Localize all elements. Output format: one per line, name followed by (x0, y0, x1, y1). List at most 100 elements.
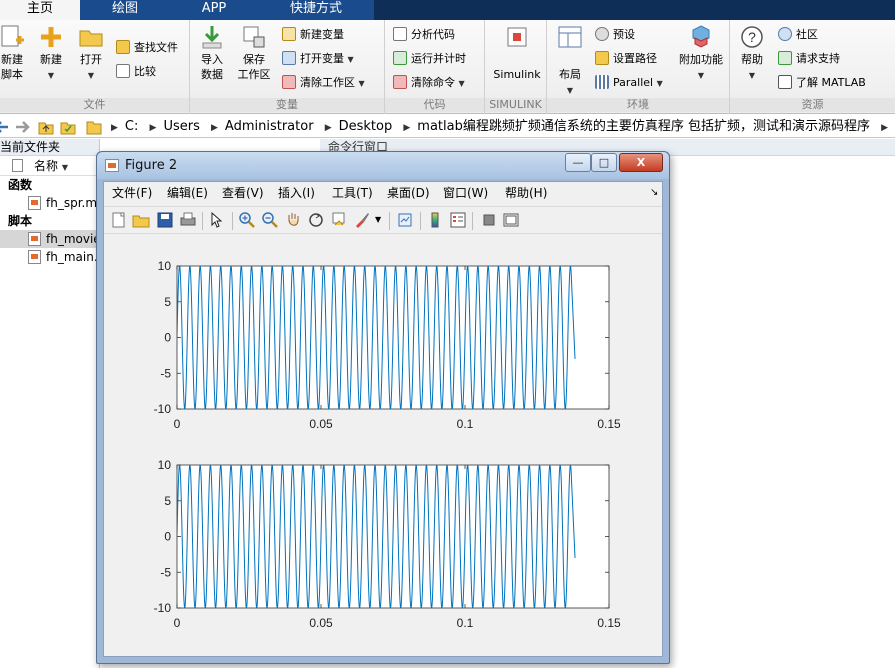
tab-plots[interactable]: 绘图 (80, 0, 170, 20)
new-variable-button[interactable]: 新建变量 (282, 25, 344, 45)
y-tick-label: -10 (154, 601, 172, 615)
browse-folder-icon[interactable] (60, 119, 76, 135)
help-button[interactable]: ? 帮助 ▼ (736, 24, 768, 83)
clear-commands-button[interactable]: 清除命令 ▼ (393, 73, 465, 93)
new-button[interactable]: 新建 ▼ (36, 24, 66, 83)
parallel-icon (595, 75, 609, 89)
close-button[interactable]: X (619, 153, 663, 172)
zoom-in-icon[interactable] (238, 211, 256, 229)
save-icon[interactable] (156, 211, 174, 229)
parallel-button[interactable]: Parallel ▼ (595, 73, 663, 93)
forward-arrow-icon[interactable] (14, 119, 30, 135)
environment-group-label: 环境 (547, 98, 729, 112)
learn-matlab-button[interactable]: 了解 MATLAB (778, 73, 866, 93)
new-script-button[interactable]: 新建 脚本 (0, 24, 30, 82)
minimize-button[interactable]: — (565, 153, 591, 172)
list-item[interactable]: fh_movie (0, 230, 101, 248)
menu-tools[interactable]: 工具(T) (332, 182, 373, 204)
y-tick-label: 5 (164, 494, 171, 508)
run-time-icon (393, 51, 407, 65)
section-scripts[interactable]: 脚本 (0, 212, 99, 230)
find-folder-icon (116, 40, 130, 54)
compare-button[interactable]: 比较 (116, 62, 156, 82)
breadcrumb-item[interactable]: matlab编程跳频扩频通信系统的主要仿真程序 包括扩频，测试和演示源码程序 (417, 119, 870, 134)
simulink-button[interactable]: Simulink (489, 24, 545, 82)
save-workspace-button[interactable]: 保存 工作区 (234, 24, 274, 82)
open-button[interactable]: 打开 ▼ (76, 24, 106, 83)
find-files-button[interactable]: 查找文件 (116, 38, 178, 58)
rotate-3d-icon[interactable] (307, 211, 325, 229)
colorbar-icon[interactable] (426, 211, 444, 229)
current-folder-panel: 当前文件夹 名称 ▼ 函数 fh_spr.m 脚本 fh_movie fh_ma… (0, 139, 109, 668)
list-item[interactable]: fh_spr.m (0, 194, 99, 212)
menubar-expand-icon[interactable]: ↘ (650, 182, 658, 204)
back-arrow-icon[interactable] (0, 119, 10, 135)
run-and-time-button[interactable]: 运行并计时 (393, 49, 466, 69)
legend-icon[interactable] (449, 211, 467, 229)
new-variable-icon (282, 27, 296, 41)
request-support-button[interactable]: 请求支持 (778, 49, 840, 69)
menu-file[interactable]: 文件(F) (112, 182, 152, 204)
breadcrumb-item[interactable]: C: (125, 119, 138, 134)
chevron-down-icon: ▼ (358, 79, 365, 88)
show-plot-tools-icon[interactable] (502, 211, 520, 229)
layout-button[interactable]: 布局 ▼ (553, 24, 587, 98)
support-icon (778, 51, 792, 65)
restore-button[interactable]: □ (591, 153, 617, 172)
analyze-code-button[interactable]: 分析代码 (393, 25, 455, 45)
figure-title: Figure 2 (125, 158, 178, 173)
pointer-icon[interactable] (208, 211, 226, 229)
up-folder-icon[interactable] (38, 119, 54, 135)
tab-shortcuts[interactable]: 快捷方式 (258, 0, 374, 20)
figure-window: Figure 2 — □ X 文件(F) 编辑(E) 查看(V) 插入(I) 工… (96, 151, 670, 664)
tab-apps[interactable]: APP (170, 0, 258, 20)
hide-plot-tools-icon[interactable] (480, 211, 498, 229)
add-ons-button[interactable]: 附加功能 ▼ (675, 24, 727, 83)
column-header-name[interactable]: 名称 ▼ (0, 156, 99, 176)
chevron-down-icon: ▼ (87, 71, 95, 80)
pan-hand-icon[interactable] (284, 211, 302, 229)
set-path-button[interactable]: 设置路径 (595, 49, 657, 69)
simulink-group: Simulink SIMULINK (485, 20, 547, 114)
chevron-right-icon: ▶ (149, 123, 157, 133)
m-file-icon (28, 196, 41, 210)
menu-view[interactable]: 查看(V) (222, 182, 264, 204)
community-button[interactable]: 社区 (778, 25, 818, 45)
section-functions[interactable]: 函数 (0, 176, 99, 194)
y-tick-label: -5 (160, 366, 171, 380)
tab-home[interactable]: 主页 (0, 0, 80, 20)
preferences-button[interactable]: 预设 (595, 25, 635, 45)
chevron-down-icon[interactable]: ▼ (375, 215, 381, 224)
figure-titlebar[interactable]: Figure 2 — □ X (97, 152, 669, 179)
list-item[interactable]: fh_main.m (0, 248, 109, 266)
chevron-down-icon: ▼ (47, 71, 55, 80)
code-group: 分析代码 运行并计时 清除命令 ▼ 代码 (385, 20, 485, 114)
chevron-right-icon: ▶ (211, 123, 218, 133)
plus-icon (41, 27, 61, 47)
data-cursor-icon[interactable] (330, 211, 348, 229)
clear-workspace-button[interactable]: 清除工作区 ▼ (282, 73, 365, 93)
open-variable-button[interactable]: 打开变量 ▼ (282, 49, 354, 69)
menu-edit[interactable]: 编辑(E) (167, 182, 208, 204)
breadcrumb-item[interactable]: Desktop (339, 119, 393, 134)
menu-help[interactable]: 帮助(H) (505, 182, 547, 204)
breadcrumb-item[interactable]: Administrator (225, 119, 314, 134)
import-data-button[interactable]: 导入 数据 (196, 24, 228, 82)
zoom-out-icon[interactable] (261, 211, 279, 229)
new-figure-icon[interactable] (110, 211, 128, 229)
brush-icon[interactable] (353, 211, 371, 229)
folder-icon (86, 121, 102, 135)
ribbon-tabbar: 主页 绘图 APP 快捷方式 (0, 0, 895, 20)
menu-insert[interactable]: 插入(I) (278, 182, 315, 204)
compare-icon (116, 64, 130, 78)
svg-text:?: ? (748, 29, 756, 45)
breadcrumb-item[interactable]: Users (163, 119, 199, 134)
open-file-icon[interactable] (132, 211, 150, 229)
save-workspace-icon (243, 26, 265, 48)
community-icon (778, 27, 792, 41)
print-icon[interactable] (179, 211, 197, 229)
link-plot-icon[interactable] (396, 211, 414, 229)
menu-window[interactable]: 窗口(W) (443, 182, 488, 204)
menu-desktop[interactable]: 桌面(D) (387, 182, 430, 204)
m-file-icon (28, 232, 41, 246)
